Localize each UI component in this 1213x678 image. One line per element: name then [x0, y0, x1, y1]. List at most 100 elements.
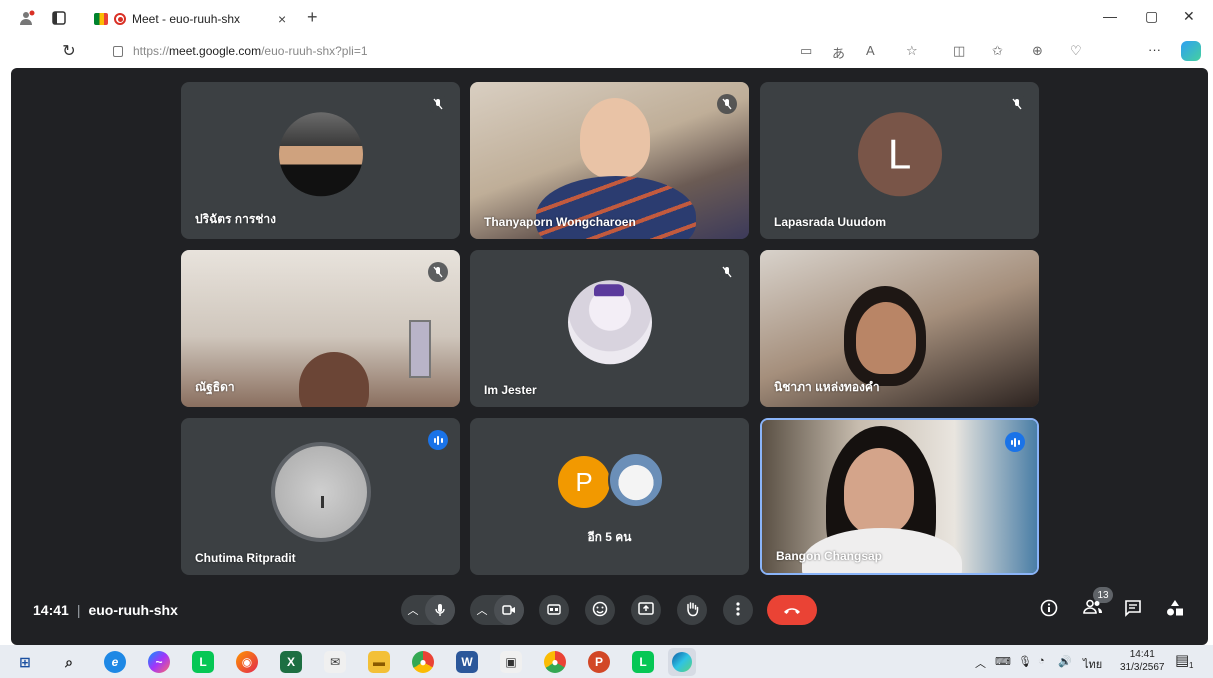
tab-meet[interactable]: Meet - euo-ruuh-shx ×	[84, 4, 314, 34]
tab-actions-icon[interactable]	[50, 9, 68, 27]
participant-tile[interactable]: Chutima Ritpradit	[181, 418, 460, 575]
reactions-button[interactable]	[585, 595, 615, 625]
messenger-icon[interactable]: ~	[148, 651, 170, 673]
tab-title: Meet - euo-ruuh-shx	[132, 12, 241, 26]
windows-taskbar: ⊞ ⌕ e ~ L ◉ X ✉ ▬ ● W ▣ ● P L ︿ ⌨ 🎙 ◔ 🔊 …	[0, 645, 1213, 678]
end-call-button[interactable]	[767, 595, 817, 625]
speaking-indicator-icon	[1005, 432, 1025, 452]
participant-face	[580, 98, 650, 178]
line-icon[interactable]: L	[192, 651, 214, 673]
line-app-icon[interactable]: L	[632, 651, 654, 673]
file-explorer-icon[interactable]: ▬	[368, 651, 390, 673]
participant-name: นิชาภา แหล่งทองคำ	[774, 380, 880, 394]
video-options-chevron-icon[interactable]: ︿	[470, 602, 494, 618]
split-screen-icon[interactable]: ◫	[953, 43, 965, 59]
participant-avatar	[567, 279, 652, 364]
participant-name: Im Jester	[484, 383, 537, 397]
avatar-figure	[320, 495, 324, 508]
participant-face	[856, 302, 916, 374]
meeting-details-icon[interactable]	[1040, 599, 1058, 622]
search-icon[interactable]: ⌕	[58, 651, 80, 673]
recording-icon	[114, 13, 126, 25]
participant-tile[interactable]: L Lapasrada Uuudom	[760, 82, 1039, 239]
favorite-star-icon[interactable]: ☆	[906, 43, 918, 59]
participant-name: ปริฉัตร การช่าง	[195, 212, 276, 226]
participant-tile[interactable]: นิชาภา แหล่งทองคำ	[760, 250, 1039, 407]
chrome-profile-icon[interactable]: ●	[544, 651, 566, 673]
windows-start-icon[interactable]: ⊞	[14, 651, 36, 673]
captions-button[interactable]	[539, 595, 569, 625]
tab-close-icon[interactable]: ×	[278, 11, 286, 27]
new-tab-icon[interactable]: +	[307, 7, 318, 28]
edge-active-icon[interactable]	[668, 648, 696, 676]
more-options-button[interactable]	[723, 595, 753, 625]
participant-name: Bangon Changsap	[776, 549, 883, 563]
present-screen-button[interactable]	[631, 595, 661, 625]
participant-tile[interactable]: Thanyaporn Wongcharoen	[470, 82, 749, 239]
url-field[interactable]: https://meet.google.com/euo-ruuh-shx?pli…	[113, 44, 368, 58]
mic-muted-icon	[1007, 94, 1027, 114]
chat-icon[interactable]	[1124, 599, 1142, 622]
mic-muted-icon	[717, 262, 737, 282]
browser-tab-bar: Meet - euo-ruuh-shx × + — ▢ ✕	[0, 0, 1213, 36]
powerpoint-icon[interactable]: P	[588, 651, 610, 673]
participant-tile[interactable]: ปริฉัตร การช่าง	[181, 82, 460, 239]
camera-control: ︿	[470, 595, 524, 625]
notifications-icon[interactable]: ▤	[1175, 651, 1189, 669]
profile-icon[interactable]	[18, 9, 36, 27]
internet-explorer-icon[interactable]: e	[104, 651, 126, 673]
mic-muted-icon	[428, 94, 448, 114]
meet-stage: ปริฉัตร การช่าง Thanyaporn Wongcharoen L…	[11, 68, 1208, 645]
translate-icon[interactable]: あ	[832, 43, 845, 62]
microphone-button[interactable]	[425, 595, 455, 625]
volume-icon[interactable]: 🔊	[1058, 655, 1072, 668]
activities-icon[interactable]	[1166, 599, 1184, 622]
others-avatar-photo	[608, 452, 664, 508]
window-close-icon[interactable]: ✕	[1183, 8, 1195, 25]
wifi-icon[interactable]: ◔	[1038, 655, 1045, 667]
participant-name: ณัฐธิดา	[195, 380, 235, 394]
camera-button[interactable]	[494, 595, 524, 625]
lock-icon	[113, 45, 123, 57]
more-menu-icon[interactable]: ···	[1148, 42, 1161, 57]
raise-hand-button[interactable]	[677, 595, 707, 625]
word-icon[interactable]: W	[456, 651, 478, 673]
google-meet-favicon-icon	[94, 13, 108, 25]
hand-icon	[685, 601, 699, 620]
hang-up-icon	[782, 603, 802, 618]
participant-tile-active-speaker[interactable]: Bangon Changsap	[760, 418, 1039, 575]
participant-tile[interactable]: Im Jester	[470, 250, 749, 407]
language-indicator[interactable]: ไทย	[1083, 655, 1102, 673]
participant-tile-others[interactable]: P อีก 5 คน	[470, 418, 749, 575]
participant-name: Lapasrada Uuudom	[774, 215, 887, 229]
tray-chevron-icon[interactable]: ︿	[975, 655, 986, 671]
camera-in-use-icon[interactable]: ▭	[800, 43, 812, 59]
mic-tray-icon[interactable]: 🎙	[1018, 655, 1032, 668]
participant-tile[interactable]: ณัฐธิดา	[181, 250, 460, 407]
participant-avatar	[270, 441, 371, 542]
browser-essentials-icon[interactable]: ♡	[1070, 43, 1082, 59]
mail-icon[interactable]: ✉	[324, 651, 346, 673]
restore-icon[interactable]: ▢	[1145, 8, 1158, 25]
mic-muted-icon	[717, 94, 737, 114]
mic-muted-icon	[428, 262, 448, 282]
copilot-icon[interactable]	[1181, 41, 1201, 61]
address-bar-row: ↻ https://meet.google.com/euo-ruuh-shx?p…	[0, 36, 1213, 68]
refresh-icon[interactable]: ↻	[60, 42, 78, 60]
taskbar-clock[interactable]: 14:41 31/3/2567	[1120, 648, 1165, 674]
excel-icon[interactable]: X	[280, 651, 302, 673]
meeting-code[interactable]: euo-ruuh-shx	[88, 602, 177, 618]
favorites-icon[interactable]: ✩	[992, 43, 1003, 59]
url-prefix: https://	[133, 44, 170, 58]
collections-icon[interactable]: ⊕	[1032, 43, 1043, 59]
store-icon[interactable]: ▣	[500, 651, 522, 673]
keyboard-icon[interactable]: ⌨	[995, 655, 1011, 668]
chrome-icon[interactable]: ●	[412, 651, 434, 673]
minimize-icon[interactable]: —	[1103, 8, 1117, 24]
more-vert-icon	[736, 601, 740, 619]
people-icon[interactable]	[1083, 599, 1103, 620]
read-aloud-icon[interactable]: A	[866, 43, 875, 58]
audio-options-chevron-icon[interactable]: ︿	[401, 602, 425, 618]
firefox-icon[interactable]: ◉	[236, 651, 258, 673]
meeting-info: 14:41 | euo-ruuh-shx	[33, 602, 178, 618]
